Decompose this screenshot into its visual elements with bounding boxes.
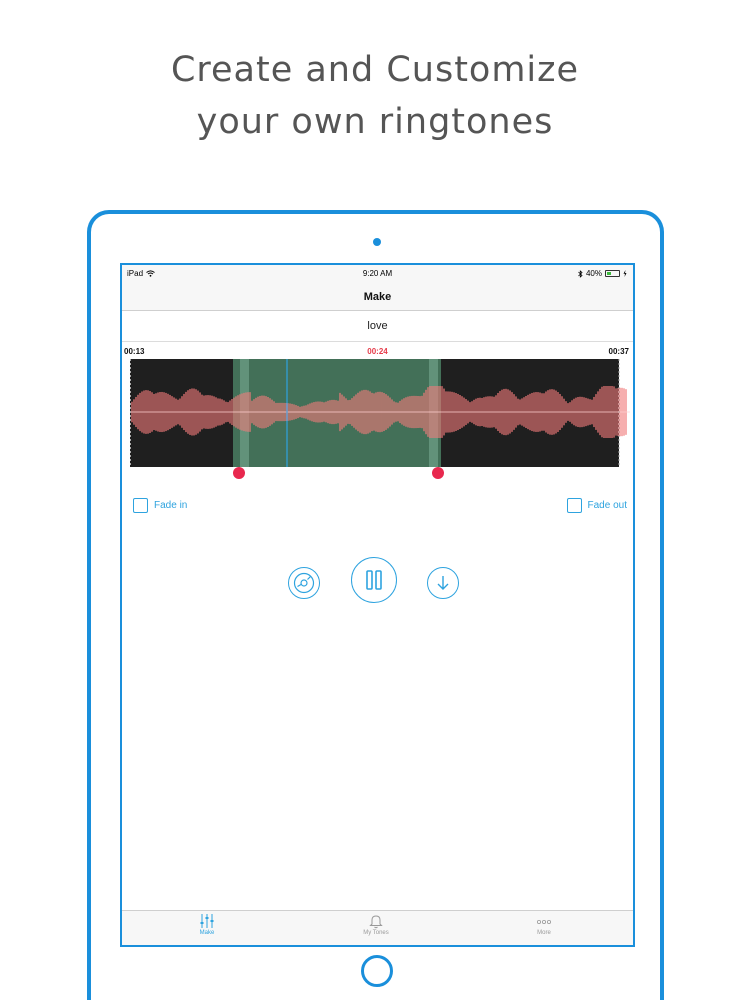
fade-out-label: Fade out — [587, 500, 627, 511]
headline-line-1: Create and Customize — [170, 50, 580, 90]
sliders-icon — [200, 914, 214, 928]
navigation-bar: Make — [122, 283, 633, 311]
download-button[interactable] — [427, 567, 459, 599]
nav-title: Make — [363, 291, 392, 303]
bell-icon — [369, 915, 383, 929]
tab-more-label: More — [537, 930, 551, 936]
home-button[interactable] — [361, 955, 393, 987]
battery-icon — [605, 270, 620, 277]
app-screen: iPad 9:20 AM 40% Make love 00:13 00:24 0… — [120, 263, 635, 947]
divider — [122, 341, 633, 342]
current-time: 00:24 — [367, 347, 388, 356]
tab-my-tones[interactable]: My Tones — [346, 913, 406, 936]
more-dots-icon — [536, 920, 551, 925]
battery-percent: 40% — [585, 269, 602, 278]
pause-button[interactable] — [351, 557, 397, 603]
fade-in-checkbox[interactable] — [133, 498, 148, 513]
tab-my-tones-label: My Tones — [363, 930, 389, 936]
camera-dot — [373, 238, 381, 246]
tab-bar: Make My Tones More — [122, 910, 633, 945]
selection-end-handle[interactable] — [432, 467, 444, 479]
selection-start-handle[interactable] — [233, 467, 245, 479]
fade-out-option[interactable]: Fade out — [566, 498, 627, 513]
waveform[interactable] — [130, 359, 630, 467]
download-icon — [437, 576, 449, 590]
tab-make-label: Make — [199, 930, 215, 936]
end-time: 00:37 — [608, 347, 629, 356]
tab-make[interactable]: Make — [177, 913, 237, 936]
bluetooth-icon — [578, 269, 583, 278]
song-title: love — [367, 320, 388, 332]
disc-icon — [293, 572, 315, 594]
tab-more[interactable]: More — [514, 913, 574, 936]
disc-button[interactable] — [288, 567, 320, 599]
fade-in-label: Fade in — [154, 500, 188, 511]
charging-icon — [623, 270, 627, 277]
headline-line-2: your own ringtones — [196, 102, 554, 142]
fade-in-option[interactable]: Fade in — [133, 498, 187, 513]
headline: Create and Customize your own ringtones — [0, 44, 750, 148]
status-bar: iPad 9:20 AM 40% — [122, 265, 633, 283]
status-time: 9:20 AM — [362, 269, 393, 278]
fade-out-checkbox[interactable] — [566, 498, 582, 513]
pause-icon — [366, 570, 382, 590]
waveform-editor[interactable] — [130, 359, 630, 479]
